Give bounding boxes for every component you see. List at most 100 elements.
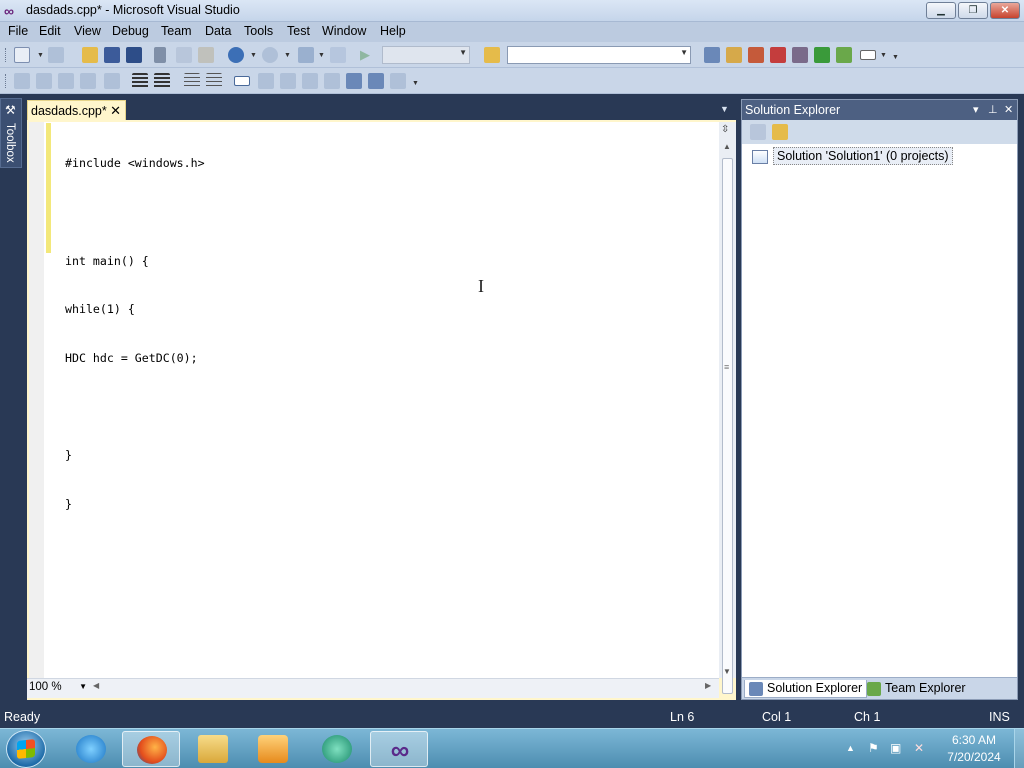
quick-info-icon[interactable] bbox=[58, 73, 74, 89]
previous-bookmark-in-folder-icon[interactable] bbox=[302, 73, 318, 89]
uncomment-lines-icon[interactable] bbox=[206, 73, 222, 89]
chevron-down-icon[interactable]: ▼ bbox=[284, 52, 291, 59]
team-explorer-icon[interactable] bbox=[836, 47, 852, 63]
toolbar-grip[interactable] bbox=[5, 74, 8, 88]
solution-configuration-combo[interactable]: ▼ bbox=[382, 46, 470, 64]
taskbar-app[interactable] bbox=[308, 731, 366, 767]
close-tab-icon[interactable]: ✕ bbox=[110, 103, 121, 119]
navigate-forward-icon[interactable] bbox=[330, 47, 346, 63]
start-debugging-icon[interactable]: ▶ bbox=[360, 47, 376, 63]
taskbar-media-player[interactable] bbox=[244, 731, 302, 767]
solution-explorer-icon[interactable] bbox=[704, 47, 720, 63]
window-position-icon[interactable]: ▾ bbox=[973, 103, 979, 116]
toolbar-options-icon[interactable]: ▼ bbox=[892, 54, 899, 61]
parameter-info-icon[interactable] bbox=[36, 73, 52, 89]
menu-test[interactable]: Test bbox=[285, 24, 312, 38]
show-desktop-button[interactable] bbox=[1014, 729, 1024, 768]
increase-indent-icon[interactable] bbox=[154, 73, 170, 89]
tab-dropdown-icon[interactable]: ▼ bbox=[720, 104, 732, 114]
scroll-left-icon[interactable]: ◀ bbox=[93, 681, 99, 690]
previous-bookmark-in-document-icon[interactable] bbox=[346, 73, 362, 89]
word-completion-icon[interactable] bbox=[80, 73, 96, 89]
vertical-scrollbar[interactable]: ⇳ ▲ ≡ ▼ bbox=[719, 122, 736, 694]
paste-icon[interactable] bbox=[198, 47, 214, 63]
cut-icon[interactable] bbox=[154, 47, 166, 63]
save-icon[interactable] bbox=[104, 47, 120, 63]
network-icon[interactable]: ▣ bbox=[890, 741, 901, 755]
new-project-icon[interactable] bbox=[14, 47, 30, 63]
add-item-icon[interactable] bbox=[48, 47, 64, 63]
properties-icon[interactable] bbox=[750, 124, 766, 140]
code-line: HDC hdc = GetDC(0); bbox=[65, 350, 198, 365]
properties-icon[interactable] bbox=[726, 47, 742, 63]
next-bookmark-in-folder-icon[interactable] bbox=[324, 73, 340, 89]
window-title: dasdads.cpp* - Microsoft Visual Studio bbox=[26, 3, 240, 17]
code-text[interactable]: #include <windows.h> int main() { while(… bbox=[65, 123, 205, 528]
copy-icon[interactable] bbox=[176, 47, 192, 63]
extension-manager-icon[interactable] bbox=[792, 47, 808, 63]
menu-help[interactable]: Help bbox=[378, 24, 408, 38]
comment-lines-icon[interactable] bbox=[184, 73, 200, 89]
chevron-down-icon[interactable]: ▼ bbox=[37, 52, 44, 59]
scroll-right-icon[interactable]: ▶ bbox=[705, 681, 711, 690]
clear-bookmarks-icon[interactable] bbox=[390, 73, 406, 89]
tab-solution-explorer[interactable]: Solution Explorer bbox=[744, 680, 868, 698]
solution-explorer-icon bbox=[749, 682, 763, 696]
scroll-thumb[interactable] bbox=[722, 158, 733, 694]
zoom-combo[interactable]: 100 % ▼ bbox=[29, 681, 87, 696]
pin-icon[interactable]: ⊥ bbox=[988, 103, 998, 116]
command-window-icon[interactable] bbox=[860, 50, 876, 60]
toolbar-grip[interactable] bbox=[5, 48, 8, 62]
menu-data[interactable]: Data bbox=[203, 24, 233, 38]
clock[interactable]: 6:30 AM 7/20/2024 bbox=[940, 732, 1008, 766]
scroll-up-icon[interactable]: ▲ bbox=[723, 142, 731, 151]
volume-muted-icon[interactable]: ✕ bbox=[914, 741, 924, 755]
show-hidden-icons[interactable]: ▲ bbox=[846, 743, 855, 753]
menu-window[interactable]: Window bbox=[320, 24, 368, 38]
minimize-button[interactable]: ▁ bbox=[926, 2, 956, 19]
open-file-icon[interactable] bbox=[82, 47, 98, 63]
close-button[interactable]: ✕ bbox=[990, 2, 1020, 19]
redo-icon[interactable] bbox=[262, 47, 278, 63]
member-list-icon[interactable] bbox=[14, 73, 30, 89]
document-tab[interactable]: dasdads.cpp* ✕ bbox=[27, 100, 126, 121]
taskbar-firefox[interactable] bbox=[122, 731, 180, 767]
next-bookmark-in-document-icon[interactable] bbox=[368, 73, 384, 89]
scroll-down-icon[interactable]: ▼ bbox=[723, 667, 731, 676]
find-combo[interactable]: ▼ bbox=[507, 46, 691, 64]
toolbar-options-icon[interactable]: ▼ bbox=[412, 80, 419, 87]
taskbar-file-explorer[interactable] bbox=[184, 731, 242, 767]
find-in-files-icon[interactable] bbox=[484, 47, 500, 63]
start-page-icon[interactable] bbox=[814, 47, 830, 63]
decrease-indent-icon[interactable] bbox=[132, 73, 148, 89]
start-button[interactable] bbox=[6, 730, 46, 768]
show-all-files-icon[interactable] bbox=[772, 124, 788, 140]
chevron-down-icon[interactable]: ▼ bbox=[250, 52, 257, 59]
chevron-down-icon[interactable]: ▼ bbox=[318, 52, 325, 59]
close-icon[interactable]: ✕ bbox=[1004, 103, 1013, 116]
menu-view[interactable]: View bbox=[72, 24, 103, 38]
taskbar-internet-explorer[interactable] bbox=[62, 731, 120, 767]
chevron-down-icon[interactable]: ▼ bbox=[880, 52, 887, 59]
previous-bookmark-icon[interactable] bbox=[258, 73, 274, 89]
toolbox-tab[interactable]: ⚒ Toolbox bbox=[0, 98, 22, 168]
menu-file[interactable]: File bbox=[6, 24, 30, 38]
menu-team[interactable]: Team bbox=[159, 24, 194, 38]
display-word-wrap-icon[interactable] bbox=[104, 73, 120, 89]
toolbox-icon[interactable] bbox=[770, 47, 786, 63]
solution-tree-item[interactable]: Solution 'Solution1' (0 projects) bbox=[752, 147, 953, 165]
menu-debug[interactable]: Debug bbox=[110, 24, 151, 38]
next-bookmark-icon[interactable] bbox=[280, 73, 296, 89]
tab-team-explorer[interactable]: Team Explorer bbox=[863, 680, 970, 698]
maximize-button[interactable]: ❐ bbox=[958, 2, 988, 19]
taskbar-visual-studio[interactable]: ∞ bbox=[370, 731, 428, 767]
navigate-backward-icon[interactable] bbox=[298, 47, 314, 63]
menu-edit[interactable]: Edit bbox=[37, 24, 63, 38]
splitter-icon[interactable]: ⇳ bbox=[721, 124, 729, 135]
toggle-bookmark-icon[interactable] bbox=[234, 76, 250, 86]
save-all-icon[interactable] bbox=[126, 47, 142, 63]
menu-tools[interactable]: Tools bbox=[242, 24, 275, 38]
undo-icon[interactable] bbox=[228, 47, 244, 63]
object-browser-icon[interactable] bbox=[748, 47, 764, 63]
action-center-flag-icon[interactable]: ⚑ bbox=[868, 741, 879, 755]
